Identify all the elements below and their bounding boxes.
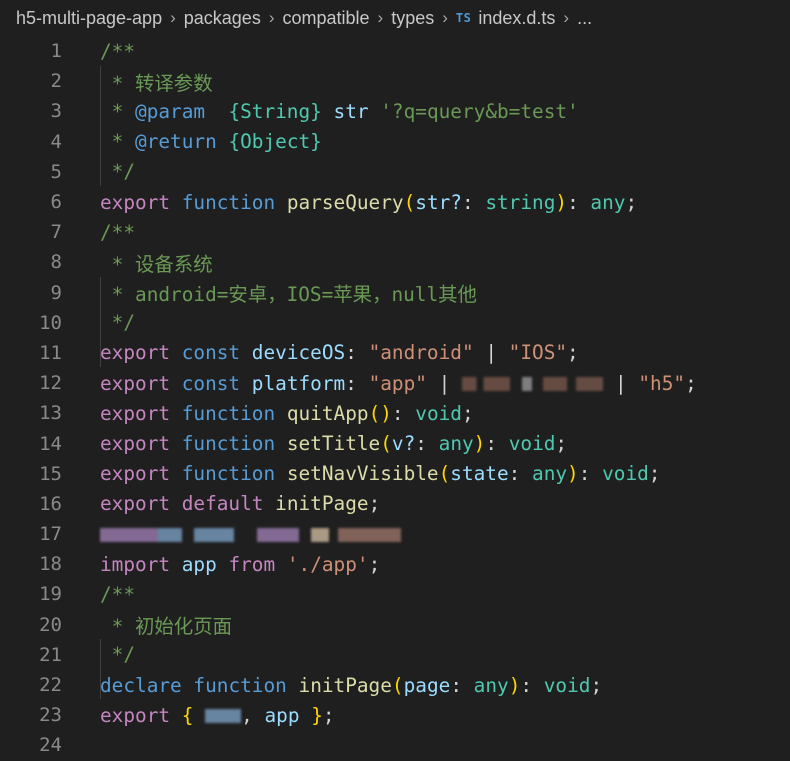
code-text [100, 523, 401, 546]
redacted-text [257, 528, 300, 543]
redacted-text [461, 377, 510, 392]
comment: */ [100, 311, 136, 335]
line-number: 6 [50, 191, 62, 214]
comment: /** [100, 39, 136, 63]
line-number: 12 [39, 372, 62, 395]
comment: /** [100, 220, 136, 244]
code-line: 11 export const deviceOS: "android" | "I… [0, 338, 790, 368]
chevron-right-icon: › [442, 8, 448, 27]
chevron-right-icon: › [268, 8, 275, 27]
line-number: 8 [50, 251, 62, 274]
breadcrumb-item-symbols[interactable]: ... [577, 8, 592, 29]
code-text: export const platform: "app" | | "h5"; [100, 371, 697, 395]
code-line: 3 * @param {String} str '?q=query&b=test… [0, 96, 790, 126]
line-number: 11 [39, 341, 62, 364]
typescript-file-icon: TS [455, 11, 472, 25]
code-line: 21 */ [0, 640, 790, 670]
line-number: 19 [39, 583, 62, 606]
code-text: export function quitApp(): void; [100, 401, 474, 425]
code-line: 14 export function setTitle(v?: any): vo… [0, 428, 790, 458]
line-number: 1 [50, 40, 62, 63]
line-number: 13 [39, 402, 62, 425]
code-line: 13 export function quitApp(): void; [0, 398, 790, 428]
line-number: 10 [39, 311, 62, 334]
code-text: export const deviceOS: "android" | "IOS"… [100, 341, 579, 365]
chevron-right-icon: › [377, 8, 384, 27]
code-line: 17 [0, 519, 790, 549]
code-text: export function setTitle(v?: any): void; [100, 432, 568, 456]
breadcrumb: h5-multi-page-app › packages › compatibl… [0, 0, 790, 36]
comment: * @return {Object} [100, 130, 322, 154]
line-number: 17 [39, 523, 62, 546]
line-number: 23 [39, 704, 62, 727]
line-number: 2 [50, 70, 62, 93]
comment: * 转译参数 [100, 71, 213, 95]
redacted-text [205, 709, 242, 724]
line-number: 22 [39, 674, 62, 697]
code-line: 12 export const platform: "app" | | "h5"… [0, 368, 790, 398]
code-line: 5 */ [0, 157, 790, 187]
chevron-right-icon: › [170, 8, 176, 27]
line-number: 5 [50, 160, 62, 183]
line-number: 18 [39, 553, 62, 576]
code-line: 24 [0, 730, 790, 760]
code-text: import app from './app'; [100, 552, 381, 576]
code-line: 6 export function parseQuery(str?: strin… [0, 187, 790, 217]
code-line: 18 import app from './app'; [0, 549, 790, 579]
code-line: 10 */ [0, 308, 790, 338]
redacted-text [521, 377, 532, 392]
breadcrumb-item-file[interactable]: index.d.ts [478, 8, 555, 29]
code-text: export default initPage; [100, 492, 381, 516]
redacted-text [310, 528, 401, 543]
comment: * 设备系统 [100, 252, 213, 276]
redacted-text [100, 528, 182, 543]
line-number: 4 [50, 130, 62, 153]
code-line: 20 * 初始化页面 [0, 610, 790, 640]
line-number: 7 [50, 221, 62, 244]
code-editor[interactable]: 1 /** 2 * 转译参数 3 * @param {String} str '… [0, 36, 790, 761]
breadcrumb-item-packages[interactable]: packages [184, 8, 261, 29]
code-line: 8 * 设备系统 [0, 247, 790, 277]
redacted-text [193, 528, 234, 543]
code-line: 2 * 转译参数 [0, 66, 790, 96]
line-number: 24 [39, 734, 62, 757]
code-line: 22 declare function initPage(page: any):… [0, 670, 790, 700]
line-number: 16 [39, 492, 62, 515]
comment: * 初始化页面 [100, 615, 232, 639]
comment: */ [100, 160, 136, 184]
breadcrumb-item-types[interactable]: types [391, 8, 434, 29]
code-line: 7 /** [0, 217, 790, 247]
comment: * @param {String} str '?q=query&b=test' [100, 99, 579, 123]
code-text: export function parseQuery(str?: string)… [100, 190, 638, 214]
code-line: 16 export default initPage; [0, 489, 790, 519]
redacted-text [543, 377, 604, 392]
code-text: export function setNavVisible(state: any… [100, 462, 661, 486]
line-number: 15 [39, 462, 62, 485]
code-text: export { , app }; [100, 703, 335, 727]
line-number: 14 [39, 432, 62, 455]
line-number: 3 [50, 100, 62, 123]
comment: /** [100, 582, 136, 606]
code-line: 15 export function setNavVisible(state: … [0, 459, 790, 489]
code-line: 4 * @return {Object} [0, 127, 790, 157]
comment: */ [100, 643, 136, 667]
line-number: 21 [39, 643, 62, 666]
breadcrumb-item-project[interactable]: h5-multi-page-app [16, 8, 162, 29]
line-number: 9 [50, 281, 62, 304]
line-number: 20 [39, 613, 62, 636]
comment: * android=安卓，IOS=苹果，null其他 [100, 283, 477, 307]
chevron-right-icon: › [563, 8, 570, 27]
code-line: 19 /** [0, 579, 790, 609]
code-text: declare function initPage(page: any): vo… [100, 673, 603, 697]
code-line: 9 * android=安卓，IOS=苹果，null其他 [0, 278, 790, 308]
code-line: 23 export { , app }; [0, 700, 790, 730]
breadcrumb-item-compatible[interactable]: compatible [283, 8, 370, 29]
code-line: 1 /** [0, 36, 790, 66]
